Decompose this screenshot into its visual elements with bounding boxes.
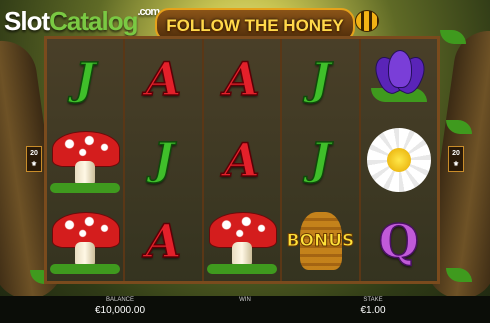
site-logo: SlotCatalog.com bbox=[4, 6, 160, 37]
status-bar: BALANCE €10,000.00 WIN STAKE €1.00 bbox=[0, 296, 490, 323]
symbol-mushroom bbox=[47, 121, 123, 199]
reel-3: A A bbox=[203, 39, 281, 281]
symbol-j: J bbox=[309, 134, 331, 187]
symbol-crocus bbox=[361, 40, 437, 118]
paylines-count: 20 bbox=[452, 150, 460, 157]
win-display: WIN bbox=[210, 297, 280, 305]
symbol-a: A bbox=[145, 52, 182, 108]
symbol-a: A bbox=[145, 213, 182, 269]
balance-label: BALANCE bbox=[105, 297, 134, 303]
stake-display[interactable]: STAKE €1.00 bbox=[338, 297, 408, 316]
balance-value: €10,000.00 bbox=[94, 305, 146, 316]
symbol-bonus: BONUS bbox=[282, 202, 358, 280]
symbol-j: J bbox=[152, 134, 175, 187]
paylines-count: 20 bbox=[30, 150, 38, 157]
reels-grid: J A J A A A J J BONUS Q bbox=[47, 39, 438, 281]
reel-5: Q bbox=[360, 39, 438, 281]
win-label: WIN bbox=[239, 297, 251, 303]
paylines-badge-right: 20 ⚜ bbox=[448, 146, 464, 172]
leaf-decoration bbox=[440, 30, 466, 44]
reel-2: A J A bbox=[125, 39, 202, 281]
logo-part-catalog: Catalog bbox=[49, 6, 138, 36]
symbol-daisy bbox=[361, 121, 437, 199]
reel-4: J J BONUS bbox=[282, 39, 359, 281]
balance-display: BALANCE €10,000.00 bbox=[85, 297, 155, 316]
paylines-badge-left: 20 ⚜ bbox=[26, 146, 42, 172]
symbol-a: A bbox=[223, 132, 260, 188]
symbol-j: J bbox=[309, 53, 331, 106]
stake-value: €1.00 bbox=[360, 305, 386, 316]
symbol-mushroom bbox=[47, 202, 123, 280]
logo-part-slot: Slot bbox=[4, 6, 50, 36]
symbol-q: Q bbox=[378, 213, 420, 269]
reel-1: J bbox=[47, 39, 124, 281]
stake-label: STAKE bbox=[363, 297, 383, 303]
symbol-a: A bbox=[223, 52, 260, 108]
symbol-j: J bbox=[74, 53, 96, 106]
symbol-mushroom bbox=[204, 202, 280, 280]
bee-icon bbox=[355, 10, 379, 32]
paylines-icon: ⚜ bbox=[30, 161, 38, 168]
paylines-icon: ⚜ bbox=[452, 161, 460, 168]
bonus-label: BONUS bbox=[286, 230, 355, 251]
